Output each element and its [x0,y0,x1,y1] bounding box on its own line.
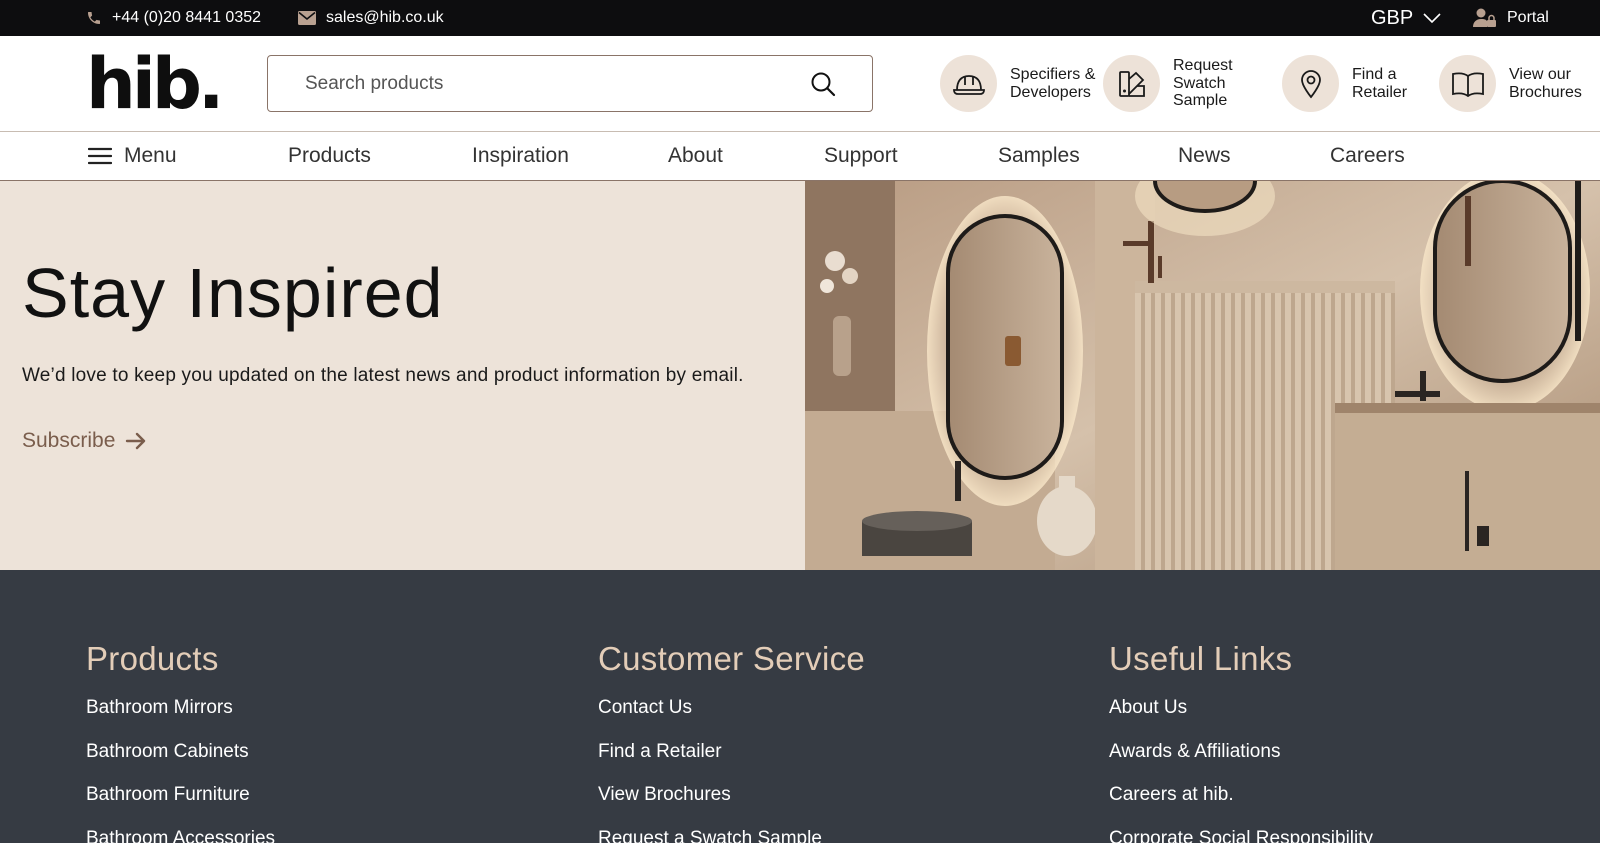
hero-title: Stay Inspired [22,254,444,332]
footer-useful-links-column: Useful Links About Us Awards & Affiliati… [1109,640,1373,843]
footer-products-column: Products Bathroom Mirrors Bathroom Cabin… [86,640,275,843]
currency-selector[interactable]: GBP [1371,0,1441,36]
subscribe-link[interactable]: Subscribe [22,429,147,453]
nav-inspiration[interactable]: Inspiration [472,132,569,180]
footer-link[interactable]: Request a Swatch Sample [598,825,865,843]
footer-link[interactable]: Find a Retailer [598,738,865,782]
hero-text-panel: Stay Inspired We’d love to keep you upda… [0,181,805,570]
chevron-down-icon [1423,13,1441,24]
nav-about[interactable]: About [668,132,723,180]
hib-logo[interactable]: hib. [86,49,225,119]
nav-samples[interactable]: Samples [998,132,1080,180]
nav-products[interactable]: Products [288,132,371,180]
hamburger-icon [88,147,112,165]
footer-link[interactable]: About Us [1109,694,1373,738]
site-footer: Products Bathroom Mirrors Bathroom Cabin… [0,570,1600,843]
phone-icon [88,12,100,24]
brochures-label: View our Brochures [1509,66,1582,101]
footer-link[interactable]: Contact Us [598,694,865,738]
portal-label: Portal [1507,9,1549,26]
nav-support[interactable]: Support [824,132,898,180]
footer-link[interactable]: Corporate Social Responsibility [1109,825,1373,843]
find-retailer-label: Find a Retailer [1352,66,1408,101]
email-link[interactable]: sales@hib.co.uk [298,0,444,36]
main-navigation: Menu Products Inspiration About Support … [0,132,1600,181]
footer-customer-service-heading: Customer Service [598,640,866,677]
footer-link[interactable]: Bathroom Accessories [86,825,275,843]
phone-number: +44 (0)20 8441 0352 [112,9,262,26]
specifiers-label: Specifiers & Developers [1010,66,1096,101]
nav-careers[interactable]: Careers [1330,132,1405,180]
phone-link[interactable]: +44 (0)20 8441 0352 [86,0,261,36]
newsletter-hero: Stay Inspired We’d love to keep you upda… [0,181,1600,570]
brochures-link[interactable]: View our Brochures [1439,55,1582,112]
top-bar: +44 (0)20 8441 0352 sales@hib.co.uk GBP … [0,0,1600,36]
menu-button[interactable]: Menu [88,132,177,180]
location-pin-icon [1282,55,1339,112]
envelope-icon [298,11,316,25]
swatch-link[interactable]: Request Swatch Sample [1103,55,1233,112]
menu-label: Menu [124,144,177,167]
find-retailer-link[interactable]: Find a Retailer [1282,55,1407,112]
footer-useful-links-heading: Useful Links [1109,640,1293,677]
specifiers-link[interactable]: Specifiers & Developers [940,55,1095,112]
footer-link[interactable]: Bathroom Furniture [86,781,275,825]
arrow-right-icon [126,432,146,450]
user-lock-icon [1473,8,1496,27]
search-icon[interactable] [810,71,836,97]
swatch-icon [1103,55,1160,112]
footer-customer-service-column: Customer Service Contact Us Find a Retai… [598,640,865,843]
portal-link[interactable]: Portal [1473,0,1549,36]
nav-news[interactable]: News [1178,132,1231,180]
currency-label: GBP [1371,6,1414,29]
book-icon [1439,55,1496,112]
swatch-label: Request Swatch Sample [1173,57,1233,110]
footer-link[interactable]: Bathroom Mirrors [86,694,275,738]
footer-link[interactable]: Awards & Affiliations [1109,738,1373,782]
footer-link[interactable]: View Brochures [598,781,865,825]
bathroom-hero-image [805,181,1600,570]
footer-link[interactable]: Careers at hib. [1109,781,1373,825]
subscribe-label: Subscribe [22,429,116,452]
search-box [267,55,873,112]
hard-hat-icon [940,55,997,112]
hero-description: We’d love to keep you updated on the lat… [22,365,744,386]
footer-link[interactable]: Bathroom Cabinets [86,738,275,782]
email-address: sales@hib.co.uk [326,9,444,26]
site-header: hib. Specifiers & Developers Request Swa… [0,36,1600,132]
footer-products-heading: Products [86,640,219,677]
search-input[interactable] [268,72,788,95]
